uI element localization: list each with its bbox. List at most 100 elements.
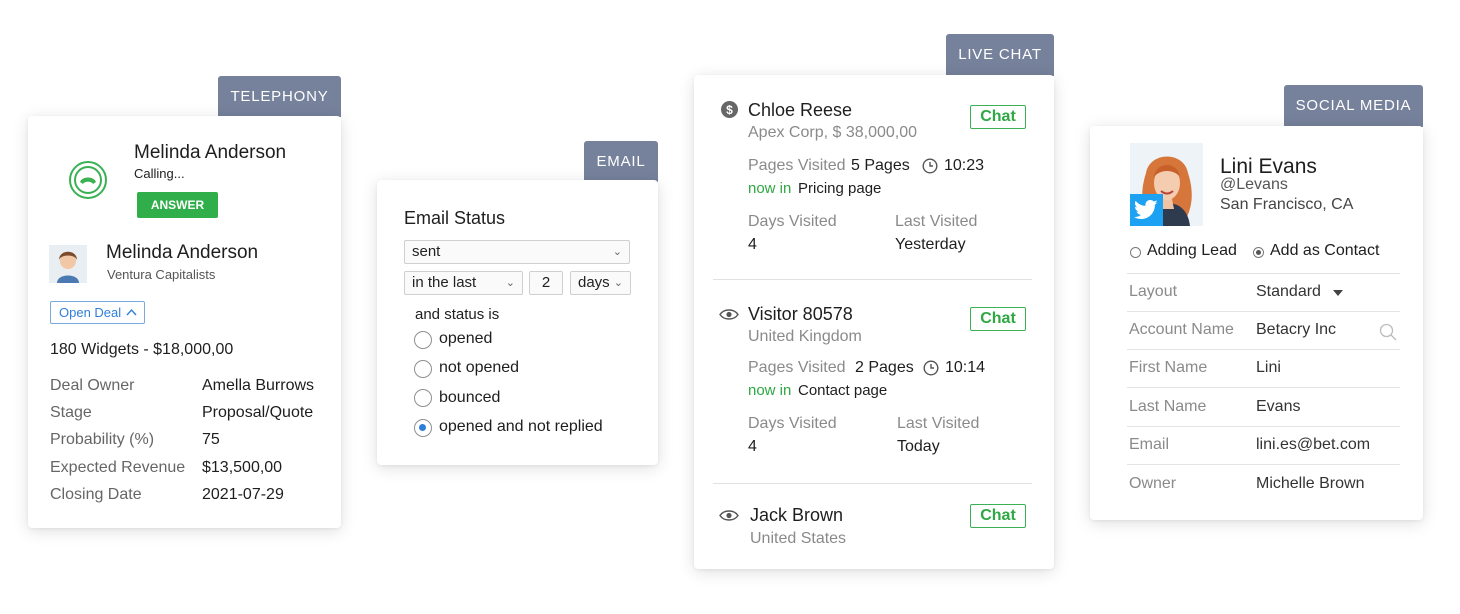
stage-value: Proposal/Quote	[202, 404, 314, 421]
email-status-title: Email Status	[404, 208, 506, 228]
clock-icon	[923, 360, 939, 376]
avatar	[49, 245, 87, 283]
phone-ring-icon[interactable]	[68, 160, 108, 200]
account-name-value: Betacry Inc	[1256, 321, 1337, 338]
contact-name: Melinda Anderson	[106, 242, 259, 263]
range-select-value: in the last	[412, 274, 477, 291]
telephony-card: Melinda Anderson Calling... ANSWER Melin…	[28, 116, 341, 528]
visitor-2-name: Visitor 80578	[748, 304, 853, 324]
layout-row[interactable]: Layout Standard	[1127, 274, 1400, 312]
email-label: Email	[1129, 436, 1170, 453]
visitor-1-days-value: 4	[748, 236, 757, 253]
probability-value: 75	[202, 431, 220, 448]
social-media-tag: SOCIAL MEDIA	[1284, 85, 1423, 127]
visitor-2-pages-value: 2 Pages	[855, 359, 914, 376]
stage-label: Stage	[50, 404, 92, 421]
radio-opened-label: opened	[439, 330, 493, 347]
visitor-2-now-in-label: now in	[748, 382, 792, 399]
chat-button-3[interactable]: Chat	[970, 504, 1026, 528]
radio-opened-not-replied[interactable]	[414, 419, 432, 437]
visitor-2-days-value: 4	[748, 438, 757, 455]
first-name-label: First Name	[1129, 359, 1208, 376]
live-chat-tag: LIVE CHAT	[946, 34, 1054, 76]
range-select[interactable]: in the last ⌄	[404, 271, 523, 295]
status-label: and status is	[415, 306, 500, 323]
closing-date-value: 2021-07-29	[202, 486, 284, 503]
dollar-icon: $	[721, 101, 738, 118]
visitor-2-now-in-page: Contact page	[798, 382, 888, 399]
closing-date-label: Closing Date	[50, 486, 142, 503]
eye-icon	[719, 510, 739, 521]
radio-bounced-label: bounced	[439, 389, 501, 406]
expected-revenue-value: $13,500,00	[202, 459, 283, 476]
email-row[interactable]: Email lini.es@bet.com	[1127, 427, 1400, 465]
chat-divider-1	[713, 279, 1032, 280]
live-chat-card: $ Chloe Reese Apex Corp, $ 38,000,00 Cha…	[694, 75, 1054, 569]
visitor-2-last-value: Today	[897, 438, 940, 455]
visitor-1-now-in-label: now in	[748, 180, 792, 197]
call-status: Calling...	[134, 166, 185, 181]
eye-icon	[719, 309, 739, 320]
chat-button-1[interactable]: Chat	[970, 105, 1026, 129]
unit-select-value: days	[578, 274, 610, 291]
social-handle: @Levans	[1220, 176, 1288, 193]
radio-adding-lead[interactable]	[1130, 247, 1141, 258]
twitter-icon[interactable]	[1130, 194, 1163, 226]
svg-text:$: $	[726, 103, 733, 117]
chevron-down-icon: ⌄	[505, 277, 515, 289]
visitor-1-now-in-page: Pricing page	[798, 180, 882, 197]
layout-value: Standard	[1256, 283, 1321, 300]
radio-opened-not-replied-label: opened and not replied	[439, 418, 603, 435]
caller-name: Melinda Anderson	[134, 142, 287, 163]
status-select[interactable]: sent ⌄	[404, 240, 630, 264]
radio-adding-lead-label: Adding Lead	[1147, 242, 1237, 259]
visitor-1-days-label: Days Visited	[748, 213, 837, 230]
visitor-1-last-label: Last Visited	[895, 213, 978, 230]
visitor-2-pages-label: Pages Visited	[748, 359, 846, 376]
social-location: San Francisco, CA	[1220, 196, 1354, 213]
chat-divider-2	[713, 483, 1032, 484]
visitor-2-days-label: Days Visited	[748, 415, 837, 432]
last-name-label: Last Name	[1129, 398, 1207, 415]
telephony-tag: TELEPHONY	[218, 76, 341, 117]
deal-owner-label: Deal Owner	[50, 377, 135, 394]
deal-summary: 180 Widgets - $18,000,00	[50, 341, 234, 358]
visitor-1-pages-label: Pages Visited	[748, 157, 846, 174]
visitor-1-subtitle: Apex Corp, $ 38,000,00	[748, 124, 918, 141]
radio-not-opened[interactable]	[414, 360, 432, 378]
radio-add-as-contact[interactable]	[1253, 247, 1264, 258]
visitor-1-pages-value: 5 Pages	[851, 157, 910, 174]
visitor-1-time: 10:23	[944, 157, 985, 174]
chevron-up-icon	[126, 308, 137, 316]
visitor-2-time: 10:14	[945, 359, 986, 376]
account-name-row[interactable]: Account Name Betacry Inc	[1127, 312, 1400, 350]
layout-label: Layout	[1129, 283, 1178, 300]
visitor-1-last-value: Yesterday	[895, 236, 966, 253]
first-name-row[interactable]: First Name Lini	[1127, 350, 1400, 388]
caret-down-icon	[1333, 290, 1343, 296]
chevron-down-icon: ⌄	[612, 246, 622, 258]
deal-owner-value: Amella Burrows	[202, 377, 315, 394]
email-card: Email Status sent ⌄ in the last ⌄ 2 days…	[377, 180, 658, 465]
radio-opened[interactable]	[414, 331, 432, 349]
answer-button[interactable]: ANSWER	[137, 192, 218, 218]
probability-label: Probability (%)	[50, 431, 155, 448]
search-icon[interactable]	[1379, 323, 1397, 341]
account-name-label: Account Name	[1129, 321, 1234, 338]
radio-bounced[interactable]	[414, 389, 432, 407]
chat-button-2[interactable]: Chat	[970, 307, 1026, 331]
open-deal-button[interactable]: Open Deal	[50, 301, 145, 324]
radio-add-as-contact-label: Add as Contact	[1270, 242, 1380, 259]
owner-value: Michelle Brown	[1256, 475, 1365, 492]
visitor-2-last-label: Last Visited	[897, 415, 980, 432]
last-name-row[interactable]: Last Name Evans	[1127, 389, 1400, 427]
radio-not-opened-label: not opened	[439, 359, 520, 376]
visitor-3-subtitle: United States	[750, 530, 847, 547]
first-name-value: Lini	[1256, 359, 1281, 376]
range-number-input[interactable]: 2	[529, 271, 563, 295]
chevron-down-icon: ⌄	[613, 277, 623, 289]
owner-row[interactable]: Owner Michelle Brown	[1127, 466, 1400, 504]
email-tag: EMAIL	[584, 141, 658, 182]
unit-select[interactable]: days ⌄	[570, 271, 631, 295]
contact-company: Ventura Capitalists	[107, 267, 216, 282]
